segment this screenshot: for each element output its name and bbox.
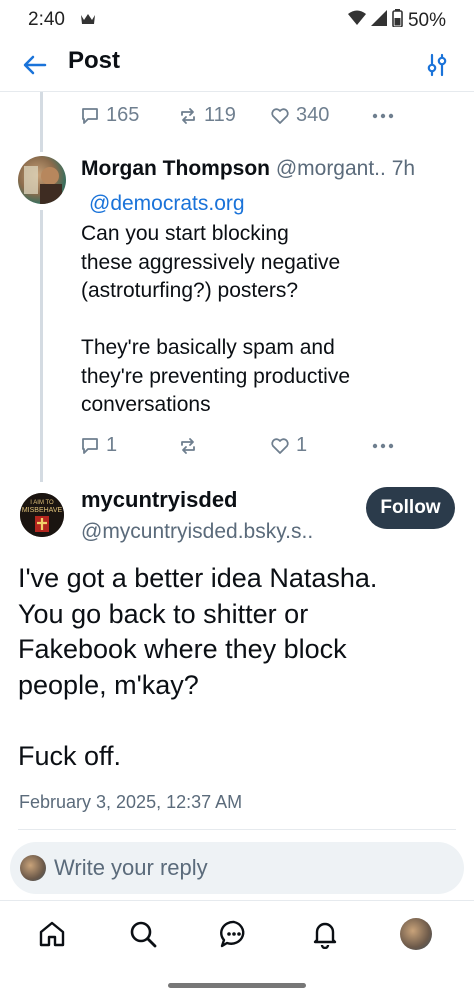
- status-bar: 2:40 50%: [0, 0, 474, 38]
- chat-icon: [220, 920, 245, 948]
- divider: [18, 829, 456, 830]
- like-count: 1: [296, 434, 308, 456]
- battery-percent: 50%: [407, 10, 446, 31]
- thread-line: [40, 210, 43, 482]
- avatar[interactable]: I AIM TO MISBEHAVE: [20, 493, 64, 537]
- post-text: I've got a better idea Natasha. You go b…: [18, 563, 378, 771]
- search-icon: [130, 921, 157, 948]
- repost-button[interactable]: 119: [178, 104, 270, 127]
- reply-button[interactable]: 165: [80, 104, 178, 127]
- author-handle[interactable]: @morgant..: [276, 157, 386, 180]
- author-name[interactable]: Morgan Thompson: [81, 157, 270, 180]
- svg-text:I AIM TO: I AIM TO: [30, 500, 54, 506]
- repost-count: 119: [204, 104, 236, 126]
- author-name[interactable]: mycuntryisded: [81, 487, 238, 513]
- battery-icon: [392, 9, 403, 33]
- reply-count: 1: [106, 434, 118, 456]
- reply-button[interactable]: 1: [80, 434, 178, 457]
- nav-chat[interactable]: [217, 917, 251, 951]
- status-time: 2:40: [28, 9, 65, 30]
- mention-link[interactable]: @democrats.org: [89, 192, 245, 216]
- nav-search[interactable]: [126, 917, 160, 951]
- repost-icon: [181, 107, 195, 124]
- misbehave-logo-icon: I AIM TO MISBEHAVE: [20, 493, 64, 537]
- reply-composer[interactable]: Write your reply: [10, 842, 464, 894]
- thread-settings-button[interactable]: [424, 52, 450, 78]
- user-photo-icon: [24, 166, 62, 204]
- author-handle[interactable]: @mycuntryisded.bsky.s..: [81, 520, 313, 544]
- heart-icon: [271, 437, 289, 454]
- nav-notifications[interactable]: [308, 917, 342, 951]
- post-text: Can you start blocking these aggressivel…: [81, 222, 351, 416]
- back-button[interactable]: [20, 50, 50, 80]
- ellipsis-icon: [372, 113, 394, 118]
- like-button[interactable]: 340: [270, 104, 372, 127]
- wifi-icon: [347, 10, 366, 32]
- reply-placeholder: Write your reply: [54, 855, 208, 880]
- more-options-button[interactable]: [372, 113, 394, 119]
- sliders-icon: [427, 53, 447, 77]
- post-date: February 3, 2025, 12:37 AM: [19, 792, 243, 812]
- page-title: Post: [68, 47, 121, 74]
- like-button[interactable]: 1: [270, 434, 372, 457]
- arrow-left-icon: [23, 55, 47, 75]
- crown-icon: [80, 12, 96, 31]
- gesture-bar[interactable]: [168, 983, 306, 988]
- avatar[interactable]: [18, 156, 66, 204]
- repost-icon: [181, 437, 195, 454]
- heart-icon: [271, 107, 289, 124]
- author-line: Morgan Thompson @morgant.. 7h: [81, 157, 415, 181]
- avatar: [20, 855, 46, 881]
- post-time: 7h: [391, 157, 416, 180]
- like-count: 340: [296, 104, 330, 126]
- header: Post: [0, 38, 474, 92]
- nav-home[interactable]: [35, 917, 69, 951]
- nav-profile[interactable]: [399, 917, 433, 951]
- reply-post-actions: 1 1: [80, 434, 394, 457]
- signal-icon: [370, 10, 387, 32]
- thread-line: [40, 92, 43, 152]
- parent-post-actions: 165 119 340: [80, 104, 394, 127]
- repost-button[interactable]: [178, 436, 270, 456]
- status-indicators: 50%: [347, 9, 446, 33]
- ellipsis-icon: [372, 443, 394, 448]
- more-options-button[interactable]: [372, 443, 394, 449]
- svg-text:MISBEHAVE: MISBEHAVE: [22, 507, 63, 514]
- post-screen: 2:40 50% Post 165 119 340 Morgan Thompso…: [0, 0, 474, 1000]
- speech-bubble-icon: [82, 437, 98, 454]
- home-icon: [39, 921, 65, 947]
- bottom-nav: [0, 900, 474, 968]
- speech-bubble-icon: [82, 107, 98, 124]
- profile-avatar: [400, 918, 432, 950]
- bell-icon: [313, 922, 337, 949]
- reply-count: 165: [106, 104, 140, 126]
- follow-button[interactable]: Follow: [366, 487, 455, 529]
